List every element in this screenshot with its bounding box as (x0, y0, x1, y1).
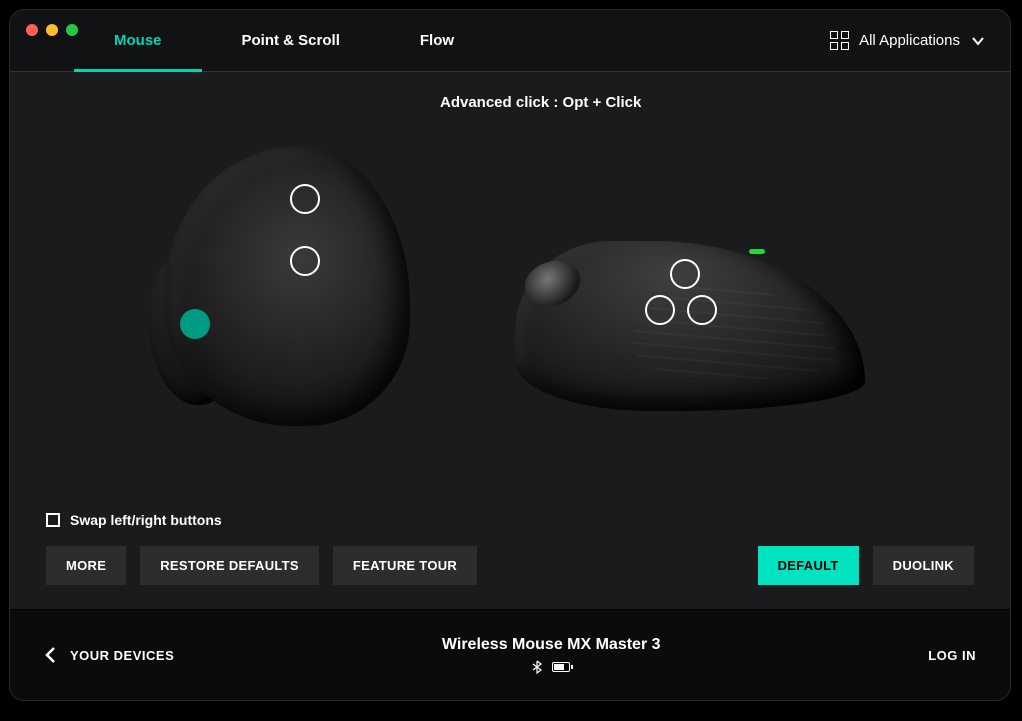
device-status: Wireless Mouse MX Master 3 (174, 636, 928, 674)
login-button[interactable]: LOG IN (928, 648, 976, 663)
device-name-label: Wireless Mouse MX Master 3 (442, 636, 661, 654)
hotspot-forward-button[interactable] (687, 295, 717, 325)
default-profile-button[interactable]: DEFAULT (758, 546, 859, 585)
tab-flow[interactable]: Flow (380, 10, 494, 71)
hotspot-back-button[interactable] (645, 295, 675, 325)
mouse-status-led (749, 249, 765, 254)
mouse-top-view (155, 136, 415, 436)
mouse-diagram-area (10, 112, 1010, 459)
application-selector-label: All Applications (859, 32, 960, 49)
mouse-body-top (165, 146, 410, 426)
device-config-panel: Advanced click : Opt + Click Sw (10, 72, 1010, 610)
action-button-row: MORE RESTORE DEFAULTS FEATURE TOUR DEFAU… (46, 546, 974, 585)
apps-grid-icon (830, 31, 849, 50)
app-window: Mouse Point & Scroll Flow All Applicatio… (10, 10, 1010, 700)
bottom-controls: Swap left/right buttons MORE RESTORE DEF… (46, 512, 974, 585)
hotspot-mode-shift-button[interactable] (290, 246, 320, 276)
window-traffic-lights (26, 24, 78, 36)
your-devices-label: YOUR DEVICES (70, 648, 174, 663)
checkbox-icon (46, 513, 60, 527)
more-button[interactable]: MORE (46, 546, 126, 585)
device-status-icons (532, 660, 570, 674)
hotspot-scroll-wheel[interactable] (290, 184, 320, 214)
action-tooltip: Advanced click : Opt + Click (440, 94, 641, 111)
swap-buttons-label: Swap left/right buttons (70, 512, 222, 528)
zoom-window-icon[interactable] (66, 24, 78, 36)
hotspot-horizontal-wheel[interactable] (670, 259, 700, 289)
footer-bar: YOUR DEVICES Wireless Mouse MX Master 3 … (10, 610, 1010, 700)
tab-mouse[interactable]: Mouse (74, 10, 202, 71)
swap-buttons-checkbox[interactable]: Swap left/right buttons (46, 512, 974, 528)
hotspot-gesture-button-selected[interactable] (180, 309, 210, 339)
top-tab-bar: Mouse Point & Scroll Flow All Applicatio… (10, 10, 1010, 72)
duolink-profile-button[interactable]: DUOLINK (873, 546, 974, 585)
feature-tour-button[interactable]: FEATURE TOUR (333, 546, 477, 585)
bluetooth-icon (532, 660, 542, 674)
application-selector[interactable]: All Applications (830, 31, 986, 50)
restore-defaults-button[interactable]: RESTORE DEFAULTS (140, 546, 319, 585)
battery-icon (552, 662, 570, 672)
your-devices-button[interactable]: YOUR DEVICES (44, 645, 174, 665)
chevron-down-icon (970, 33, 986, 49)
tab-point-and-scroll[interactable]: Point & Scroll (202, 10, 380, 71)
minimize-window-icon[interactable] (46, 24, 58, 36)
close-window-icon[interactable] (26, 24, 38, 36)
mouse-side-view (515, 221, 865, 421)
chevron-left-icon (44, 645, 58, 665)
